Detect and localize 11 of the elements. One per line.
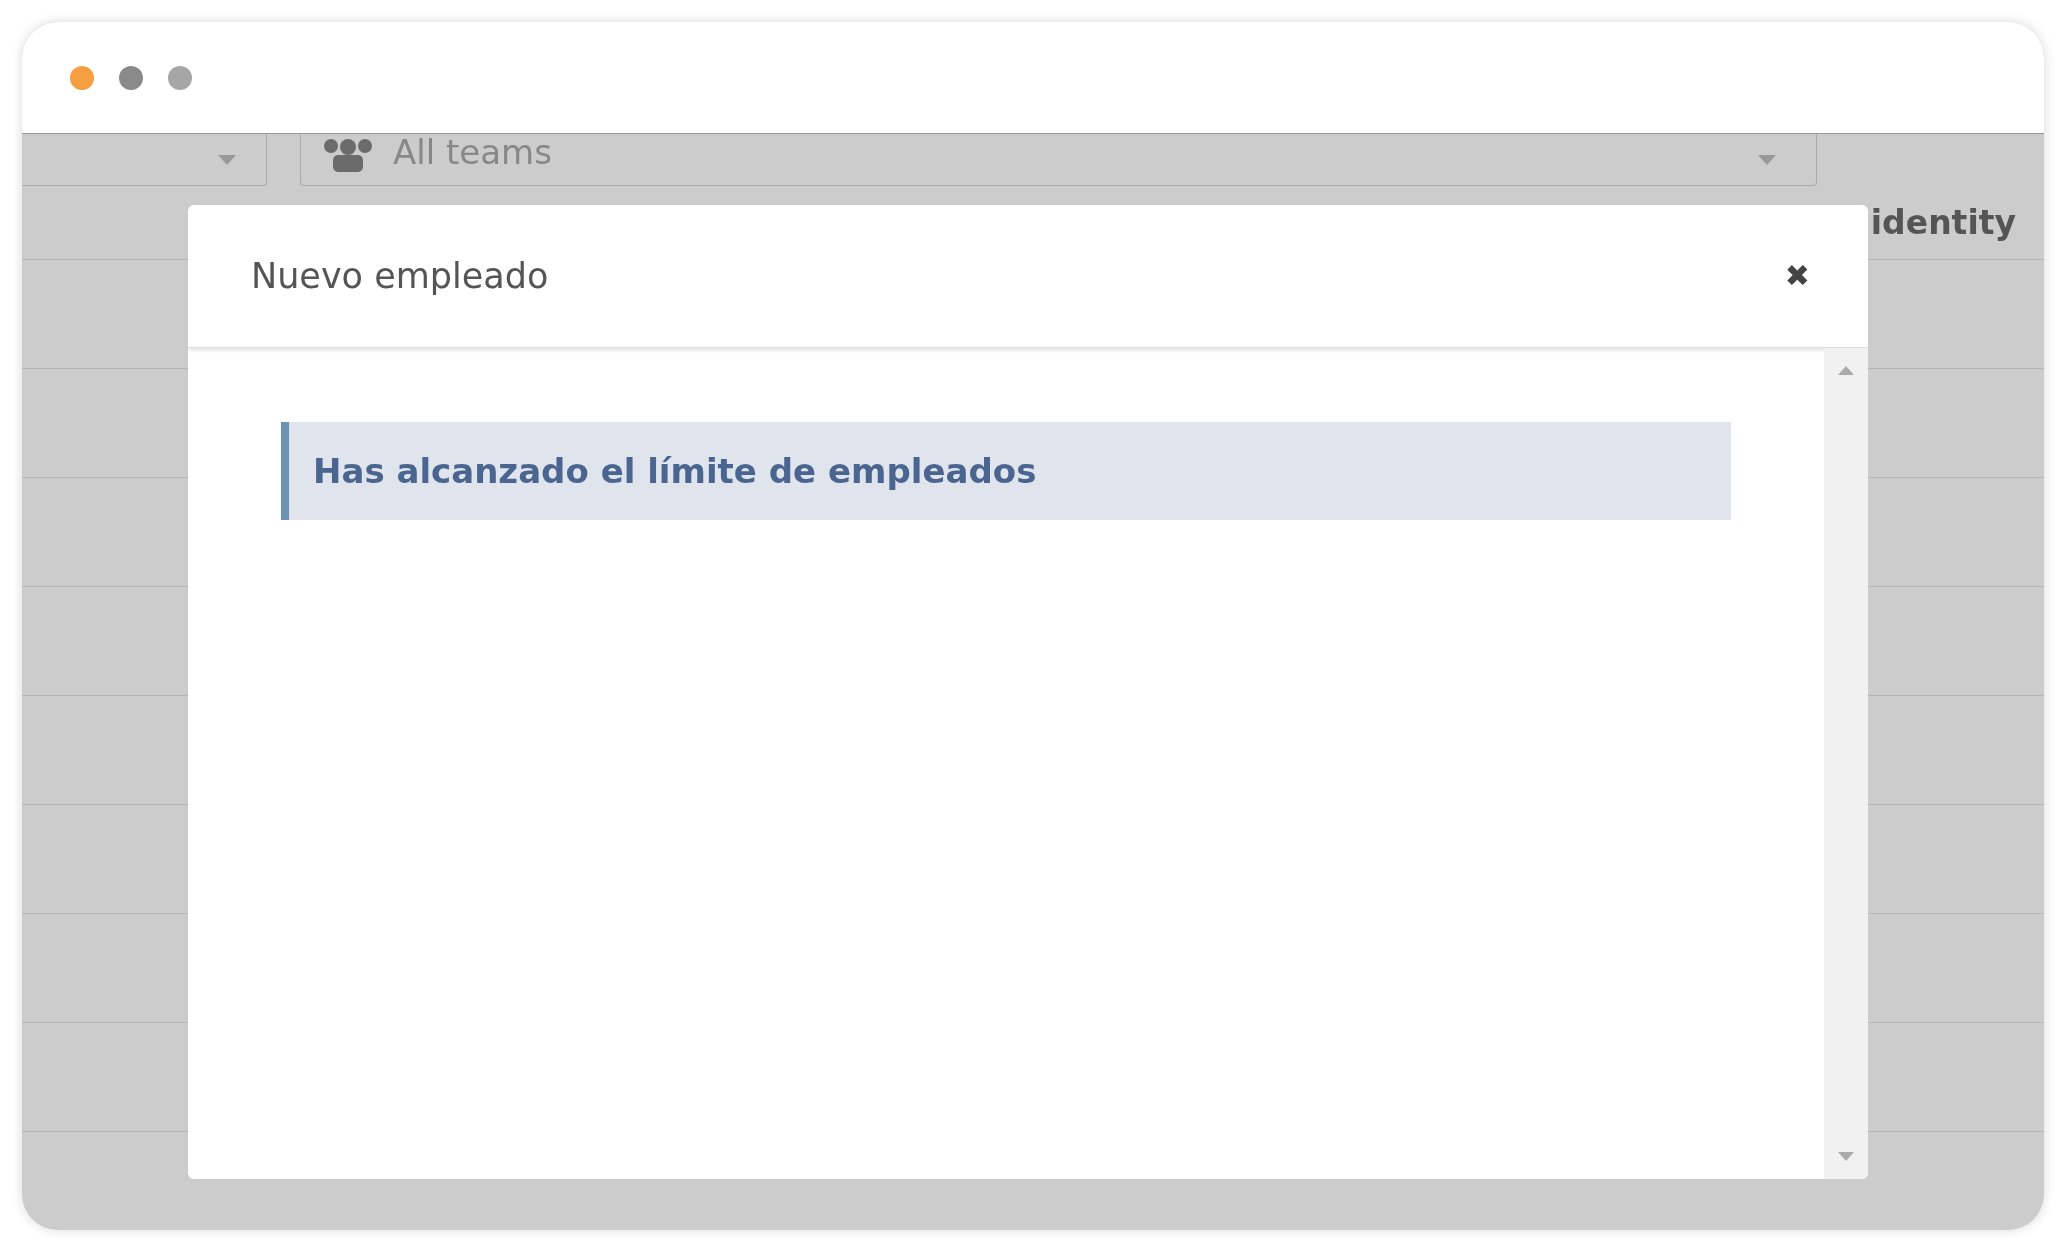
filter-select[interactable]: [22, 134, 267, 186]
close-button[interactable]: ✖: [1784, 261, 1810, 291]
scrollbar[interactable]: [1824, 348, 1868, 1179]
modal-title: Nuevo empleado: [251, 254, 549, 298]
team-select-value: All teams: [393, 131, 553, 174]
scroll-down-icon[interactable]: [1838, 1152, 1854, 1161]
scroll-up-icon[interactable]: [1838, 366, 1854, 375]
alert-message: Has alcanzado el límite de empleados: [313, 449, 1037, 493]
column-header: identity: [1870, 201, 2016, 244]
caret-icon: [1758, 154, 1776, 165]
caret-icon: [218, 154, 236, 165]
